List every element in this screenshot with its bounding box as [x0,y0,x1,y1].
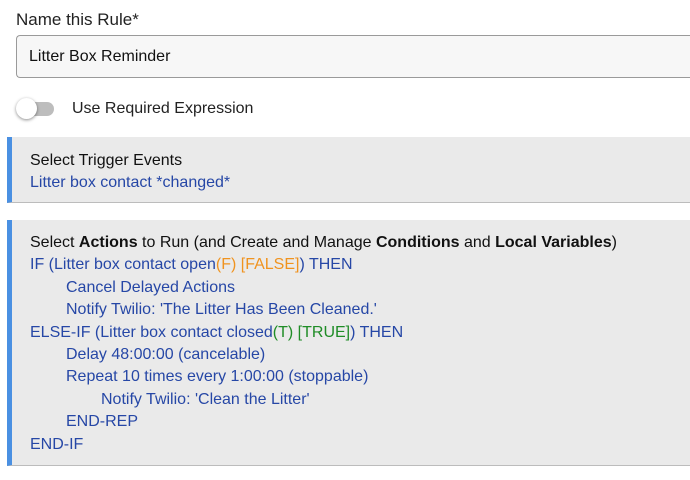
required-expression-toggle[interactable] [16,96,56,122]
action-line-cancel-delayed[interactable]: Cancel Delayed Actions [30,277,690,299]
else-if-condition-text: ELSE-IF (Litter box contact closed [30,323,273,341]
toggle-knob [16,98,37,119]
action-line-if[interactable]: IF (Litter box contact open(F) [FALSE]) … [30,254,690,276]
else-if-then-text: ) THEN [350,323,404,341]
action-line-notify-cleaned[interactable]: Notify Twilio: 'The Litter Has Been Clea… [30,299,690,321]
action-line-repeat[interactable]: Repeat 10 times every 1:00:00 (stoppable… [30,366,690,388]
actions-title-part: and [459,234,496,251]
true-value: [TRUE] [293,323,351,341]
actions-title-part: Select [30,234,79,251]
trigger-events-panel[interactable]: Select Trigger Events Litter box contact… [7,137,690,203]
actions-title-bold: Actions [78,234,138,251]
required-expression-row: Use Required Expression [16,96,253,122]
false-status: (F) [215,256,237,274]
action-line-end-if[interactable]: END-IF [30,434,690,456]
rule-name-label: Name this Rule* [16,10,139,29]
actions-panel[interactable]: Select Actions to Run (and Create and Ma… [7,220,690,466]
trigger-events-title: Select Trigger Events [30,152,183,169]
action-line-else-if[interactable]: ELSE-IF (Litter box contact closed(T) [T… [30,322,690,344]
required-expression-label: Use Required Expression [72,100,254,117]
if-then-text: ) THEN [299,256,353,274]
true-status: (T) [272,323,294,341]
rule-name-input[interactable] [16,35,690,78]
actions-title: Select Actions to Run (and Create and Ma… [30,232,690,254]
action-line-end-rep[interactable]: END-REP [30,411,690,433]
false-value: [FALSE] [236,256,300,274]
actions-title-part: ) [611,234,617,251]
conditions-title-bold: Conditions [375,234,460,251]
actions-title-part: to Run (and Create and Manage [137,234,376,251]
trigger-event-link[interactable]: Litter box contact *changed* [30,172,690,194]
action-line-delay[interactable]: Delay 48:00:00 (cancelable) [30,344,690,366]
local-variables-title-bold: Local Variables [495,234,612,251]
if-condition-text: IF (Litter box contact open [30,256,216,274]
action-line-notify-clean[interactable]: Notify Twilio: 'Clean the Litter' [30,389,690,411]
